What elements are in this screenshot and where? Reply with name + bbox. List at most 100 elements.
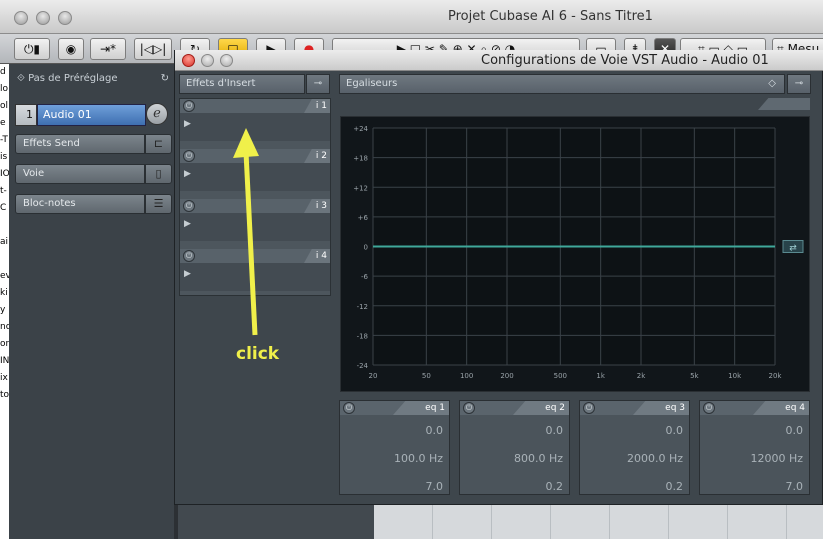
close-icon[interactable] — [182, 54, 195, 67]
fader-icon[interactable]: ▯ — [145, 164, 172, 184]
edit-channel-icon[interactable]: ℯ — [146, 103, 168, 125]
power-icon[interactable]: ⏻ — [183, 150, 195, 162]
preset-icon: ⟐ — [17, 73, 25, 84]
eq-frequency-value[interactable]: 100.0 Hz — [394, 452, 443, 465]
edge-letter — [0, 251, 9, 268]
eq-band-label: eq 1 — [393, 401, 449, 415]
track-name-row[interactable]: 1 Audio 01 ℯ — [0, 103, 174, 126]
edge-letter: ix — [0, 373, 8, 383]
track-number: 1 — [15, 104, 37, 126]
x-tick-label: 20k — [769, 372, 783, 380]
constrain-icon[interactable]: ◉ — [58, 38, 84, 60]
edge-letter: ev — [0, 271, 9, 281]
project-area — [178, 505, 823, 539]
eq-preset-icon[interactable]: ◇ — [768, 75, 776, 93]
power-icon[interactable]: ⏻ — [343, 402, 355, 414]
y-tick-label: +18 — [353, 155, 368, 163]
preset-selector[interactable]: ⟐ Pas de Préréglage ↻ — [17, 70, 177, 88]
power-icon[interactable]: ⏻ — [183, 100, 195, 112]
inspector-item-voie[interactable]: Voie — [15, 164, 145, 184]
bypass-inserts-icon[interactable]: ⊸ — [306, 74, 330, 94]
inspector-item-label: Effets Send — [23, 138, 80, 149]
eq-band-header: ⏻ eq 3 — [580, 401, 689, 415]
auto-scroll-icon[interactable]: ⇥* — [90, 38, 126, 60]
inspector-item-bloc-notes[interactable]: Bloc-notes — [15, 194, 145, 214]
power-icon[interactable]: ⏻ — [583, 402, 595, 414]
window-title: Projet Cubase AI 6 - Sans Titre1 — [448, 9, 653, 24]
minimize-icon[interactable] — [201, 54, 214, 67]
slot-label: i 2 — [304, 149, 330, 163]
eq-band-label: eq 4 — [753, 401, 809, 415]
minimize-window-button[interactable] — [36, 11, 50, 25]
power-icon[interactable]: ⏻ — [463, 402, 475, 414]
notepad-icon[interactable]: ☰ — [145, 194, 172, 214]
eq-q-value[interactable]: 0.2 — [666, 480, 684, 493]
eq-q-value[interactable]: 7.0 — [786, 480, 804, 493]
inspector-item-effets-send[interactable]: Effets Send — [15, 134, 145, 154]
power-icon[interactable]: ⏻ — [703, 402, 715, 414]
vst-title-bar: Configurations de Voie VST Audio - Audio… — [175, 50, 823, 71]
eq-curve-display[interactable]: +24 +18 +12 +6 0 -6 -12 -18 -24 20 50 100 200 500 1k 2k… — [340, 116, 810, 392]
track-name[interactable]: Audio 01 — [37, 104, 146, 126]
eq-curve-chart[interactable]: +24 +18 +12 +6 0 -6 -12 -18 -2420 50 100 200 500 1k 2k… — [341, 117, 811, 393]
edge-letter: -T — [0, 135, 8, 145]
y-tick-label: -18 — [357, 332, 368, 340]
edge-letter: lo — [0, 84, 9, 94]
expand-arrow-icon[interactable]: ▶ — [184, 269, 191, 279]
eq-band-1[interactable]: ⏻ eq 1 0.0 100.0 Hz 7.0 — [339, 400, 450, 495]
slot-label: i 1 — [304, 99, 330, 113]
edge-letter: no — [0, 322, 9, 332]
edge-letter: IOS — [0, 169, 9, 179]
expand-arrow-icon[interactable]: ▶ — [184, 219, 191, 229]
vst-window-title: Configurations de Voie VST Audio - Audio… — [481, 53, 769, 68]
edge-letter: t- — [0, 186, 7, 196]
eq-band-header: ⏻ eq 1 — [340, 401, 449, 415]
slot-label: i 3 — [304, 199, 330, 213]
eq-q-value[interactable]: 0.2 — [546, 480, 564, 493]
y-tick-label: 0 — [364, 244, 368, 252]
expand-arrow-icon[interactable]: ▶ — [184, 119, 191, 129]
insert-slots: ⏻ i 1 ▶ ⏻ i 2 ▶ ⏻ i 3 ▶ ⏻ i 4 ▶ — [179, 98, 331, 296]
power-layout-button[interactable]: ⏻▮ — [14, 38, 50, 60]
power-icon[interactable]: ⏻ — [183, 250, 195, 262]
eq-band-4[interactable]: ⏻ eq 4 0.0 12000 Hz 7.0 — [699, 400, 810, 495]
eq-gain-value[interactable]: 0.0 — [426, 424, 444, 437]
zoom-icon[interactable] — [220, 54, 233, 67]
sends-icon[interactable]: ⊏ — [145, 134, 172, 154]
slot-label: i 4 — [304, 249, 330, 263]
annotation-text: click — [236, 344, 280, 364]
eq-curve-tab — [758, 98, 810, 110]
eq-band-2[interactable]: ⏻ eq 2 0.0 800.0 Hz 0.2 — [459, 400, 570, 495]
x-tick-label: 500 — [554, 372, 567, 380]
x-tick-label: 200 — [500, 372, 513, 380]
edge-letter: to — [0, 390, 9, 400]
refresh-icon[interactable]: ↻ — [161, 70, 169, 88]
eq-frequency-value[interactable]: 12000 Hz — [750, 452, 803, 465]
eq-band-header: ⏻ eq 2 — [460, 401, 569, 415]
zoom-window-button[interactable] — [58, 11, 72, 25]
edge-letter: C — [0, 203, 7, 213]
power-icon[interactable]: ⏻ — [183, 200, 195, 212]
eq-gain-value[interactable]: 0.0 — [786, 424, 804, 437]
eq-q-value[interactable]: 7.0 — [426, 480, 444, 493]
curve-toggle-glyph: ⇄ — [789, 244, 797, 254]
x-tick-label: 50 — [422, 372, 431, 380]
locator-buttons[interactable]: |◁▷| — [134, 38, 172, 60]
y-tick-label: +24 — [353, 125, 368, 133]
eq-frequency-value[interactable]: 800.0 Hz — [514, 452, 563, 465]
bypass-eq-icon[interactable]: ⊸ — [787, 74, 811, 94]
eq-gain-value[interactable]: 0.0 — [546, 424, 564, 437]
edge-letter: ki — [0, 288, 8, 298]
y-tick-label: -24 — [357, 362, 369, 370]
eq-gain-value[interactable]: 0.0 — [666, 424, 684, 437]
eq-header: Egaliseurs ◇ — [339, 74, 785, 94]
close-window-button[interactable] — [14, 11, 28, 25]
x-tick-label: 10k — [728, 372, 742, 380]
expand-arrow-icon[interactable]: ▶ — [184, 169, 191, 179]
main-title-bar: Projet Cubase AI 6 - Sans Titre1 — [0, 0, 823, 34]
eq-frequency-value[interactable]: 2000.0 Hz — [627, 452, 683, 465]
eq-band-3[interactable]: ⏻ eq 3 0.0 2000.0 Hz 0.2 — [579, 400, 690, 495]
x-tick-label: 20 — [369, 372, 378, 380]
x-tick-label: 1k — [596, 372, 605, 380]
eq-band-label: eq 3 — [633, 401, 689, 415]
